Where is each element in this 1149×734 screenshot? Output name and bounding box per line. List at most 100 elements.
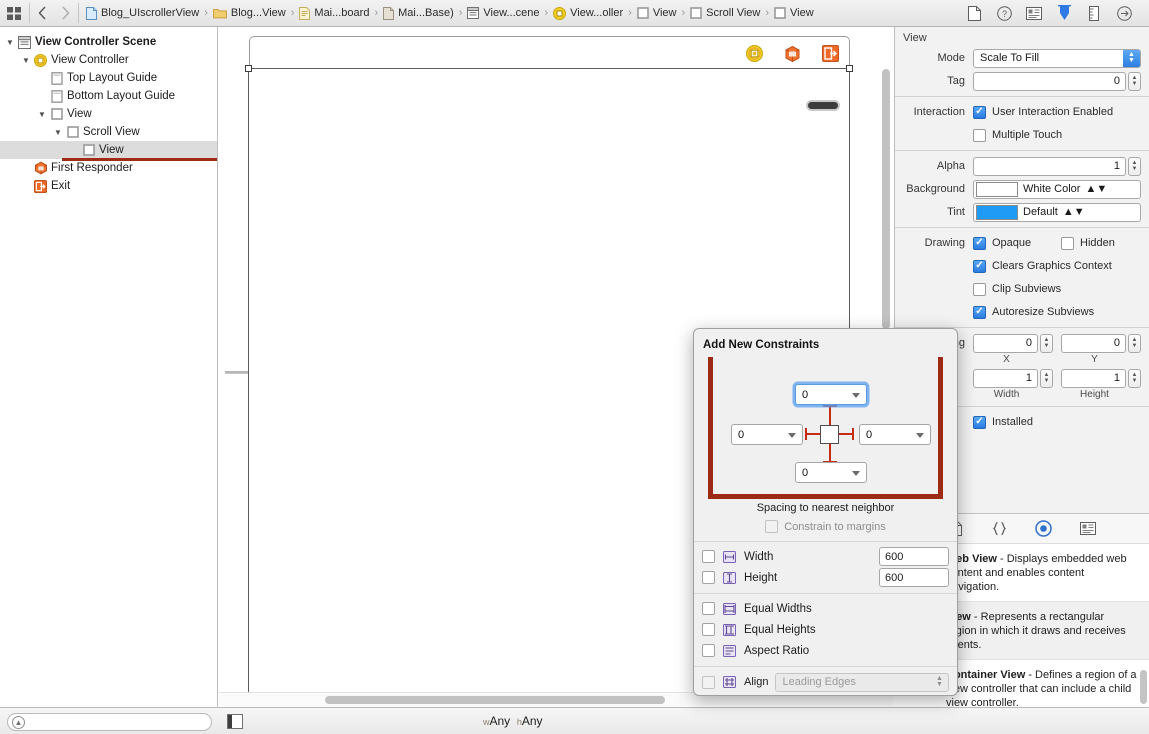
breadcrumb-item-view-controller[interactable]: View...oller: [551, 0, 625, 27]
checkbox-icon[interactable]: [765, 520, 779, 533]
checkbox-icon[interactable]: [973, 415, 986, 429]
disclosure-triangle-icon[interactable]: ▼: [20, 56, 32, 65]
spacing-top-input[interactable]: 0: [795, 384, 867, 405]
pin-icon[interactable]: [1049, 5, 1079, 21]
stretch-height-stepper[interactable]: ▲ ▼: [1128, 368, 1141, 388]
checkbox-icon[interactable]: [973, 105, 986, 119]
outline-row[interactable]: View: [0, 141, 217, 161]
checkbox-icon[interactable]: [973, 236, 986, 250]
chevron-down-icon[interactable]: [852, 470, 860, 476]
add-new-constraints-popover[interactable]: Add New Constraints 0 0 0 0 Spacing to n…: [693, 328, 958, 696]
spacing-bottom-input[interactable]: 0: [795, 462, 867, 483]
alpha-stepper[interactable]: ▲ ▼: [1128, 156, 1141, 176]
autoresize-subviews-checkbox[interactable]: Autoresize Subviews: [973, 305, 1094, 319]
clears-graphics-context-checkbox[interactable]: Clears Graphics Context: [973, 259, 1112, 273]
outline-filter-field[interactable]: ▲: [7, 713, 212, 731]
disclosure-triangle-icon[interactable]: ▼: [52, 128, 64, 137]
opaque-checkbox[interactable]: Opaque: [973, 236, 1061, 250]
alpha-input[interactable]: 1: [973, 156, 1126, 176]
checkbox-icon[interactable]: [1061, 236, 1074, 250]
height-value-input[interactable]: 600: [879, 568, 949, 587]
selection-handle[interactable]: [245, 65, 252, 72]
navigate-back-button[interactable]: [31, 0, 54, 27]
tint-color-select[interactable]: Default ▲▼: [973, 202, 1141, 222]
hidden-checkbox[interactable]: Hidden: [1061, 236, 1115, 250]
tag-input[interactable]: 0: [973, 71, 1126, 91]
show-hide-navigator-button[interactable]: [0, 0, 28, 27]
stretch-width-input[interactable]: 1: [973, 368, 1038, 388]
height-checkbox[interactable]: [702, 571, 715, 584]
user-interaction-enabled-checkbox[interactable]: User Interaction Enabled: [973, 105, 1113, 119]
align-select[interactable]: Leading Edges ▲ ▼: [775, 672, 949, 692]
canvas-vertical-scrollbar[interactable]: [882, 69, 890, 329]
toggle-document-outline-button[interactable]: [227, 714, 243, 729]
chevron-down-icon[interactable]: [916, 432, 924, 438]
multiple-touch-checkbox[interactable]: Multiple Touch: [973, 128, 1062, 142]
align-checkbox[interactable]: [702, 675, 715, 689]
checkbox-icon[interactable]: [973, 128, 986, 142]
mode-select[interactable]: Scale To Fill ▲ ▼: [973, 48, 1141, 68]
breadcrumb-item-view[interactable]: View: [635, 0, 679, 27]
pin-spacing-control: 0 0 0 0: [702, 357, 949, 499]
aspect-ratio-checkbox[interactable]: [702, 644, 715, 657]
stretch-x-input[interactable]: 0: [973, 333, 1038, 353]
outline-row[interactable]: ▼ View: [0, 105, 217, 123]
checkbox-icon[interactable]: [973, 305, 986, 319]
breadcrumb-item-base-localization[interactable]: Mai...Base): [381, 0, 456, 27]
breadcrumb-item-selected-view[interactable]: View: [772, 0, 816, 27]
help-inspector-icon[interactable]: ?: [989, 5, 1019, 21]
breadcrumb-item-scroll-view[interactable]: Scroll View: [688, 0, 762, 27]
disclosure-triangle-icon[interactable]: ▼: [36, 110, 48, 119]
first-responder-icon[interactable]: [773, 45, 811, 62]
breadcrumb-item-folder[interactable]: Blog...View: [211, 0, 288, 27]
selection-handle[interactable]: [846, 65, 853, 72]
identity-inspector-icon[interactable]: [1019, 6, 1049, 20]
document-outline[interactable]: ▼ View Controller Scene ▼ View Controller To…: [0, 27, 218, 707]
breadcrumb-item-storyboard[interactable]: Mai...board: [297, 0, 371, 27]
color-swatch[interactable]: [976, 181, 1018, 197]
spacing-right-input[interactable]: 0: [859, 424, 931, 445]
outline-row[interactable]: Top Layout Guide: [0, 69, 217, 87]
outline-row[interactable]: First Responder: [0, 159, 217, 177]
library-scrollbar[interactable]: [1140, 670, 1147, 704]
constrain-to-margins-checkbox[interactable]: Constrain to margins: [694, 520, 957, 533]
connections-inspector-icon[interactable]: [1109, 5, 1139, 21]
equal-widths-checkbox[interactable]: [702, 602, 715, 615]
breadcrumb-item-scene[interactable]: View...cene: [465, 0, 541, 27]
navigate-forward-button[interactable]: [54, 0, 77, 27]
stretch-height-input[interactable]: 1: [1061, 368, 1126, 388]
width-checkbox[interactable]: [702, 550, 715, 563]
tag-stepper[interactable]: ▲ ▼: [1128, 71, 1141, 91]
checkbox-icon[interactable]: [973, 259, 986, 273]
stretch-y-stepper[interactable]: ▲ ▼: [1128, 333, 1141, 353]
chevron-down-icon[interactable]: [788, 432, 796, 438]
size-class-indicator[interactable]: wAny hAny: [483, 714, 543, 728]
outline-row[interactable]: Exit: [0, 177, 217, 195]
object-library-tab[interactable]: [1033, 519, 1055, 539]
mode-label: Mode: [937, 52, 965, 64]
outline-row[interactable]: ▼ Scroll View: [0, 123, 217, 141]
size-inspector-icon[interactable]: [1079, 5, 1109, 21]
stretch-width-stepper[interactable]: ▲ ▼: [1040, 368, 1053, 388]
stretch-y-input[interactable]: 0: [1061, 333, 1126, 353]
checkbox-icon[interactable]: [973, 282, 986, 296]
spacing-left-input[interactable]: 0: [731, 424, 803, 445]
exit-icon[interactable]: [811, 44, 849, 62]
file-inspector-icon[interactable]: [959, 5, 989, 21]
breadcrumb-item-project[interactable]: Blog_UIscrollerView: [84, 0, 201, 27]
installed-checkbox[interactable]: Installed: [973, 415, 1033, 429]
code-snippet-library-tab[interactable]: [989, 519, 1011, 539]
outline-row[interactable]: Bottom Layout Guide: [0, 87, 217, 105]
color-swatch[interactable]: [976, 204, 1018, 220]
outline-row[interactable]: ▼ View Controller Scene: [0, 33, 217, 51]
equal-heights-checkbox[interactable]: [702, 623, 715, 636]
stretch-x-stepper[interactable]: ▲ ▼: [1040, 333, 1053, 353]
disclosure-triangle-icon[interactable]: ▼: [4, 38, 16, 47]
outline-row[interactable]: ▼ View Controller: [0, 51, 217, 69]
media-library-tab[interactable]: [1077, 519, 1099, 539]
background-color-select[interactable]: White Color ▲▼: [973, 179, 1141, 199]
width-value-input[interactable]: 600: [879, 547, 949, 566]
chevron-down-icon[interactable]: [852, 392, 860, 398]
clip-subviews-checkbox[interactable]: Clip Subviews: [973, 282, 1061, 296]
view-controller-icon[interactable]: [735, 44, 773, 62]
